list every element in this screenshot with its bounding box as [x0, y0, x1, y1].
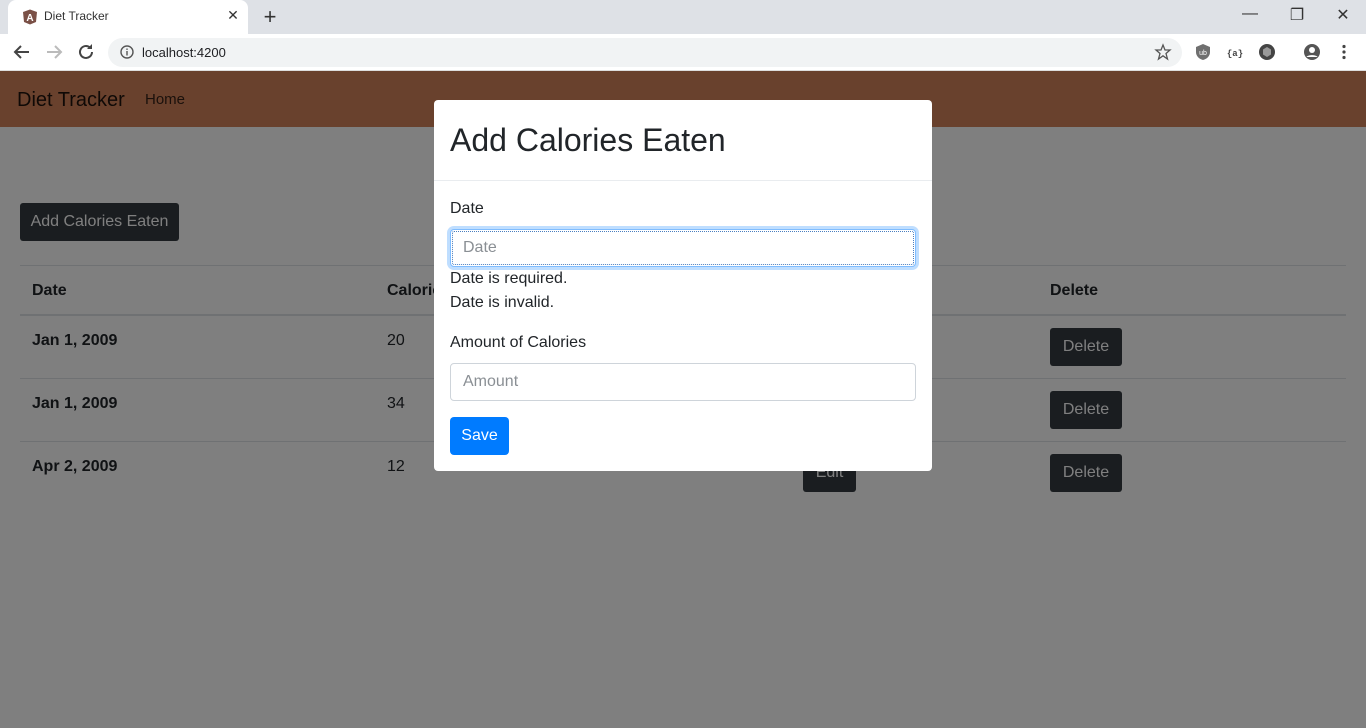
url-text: localhost:4200	[142, 45, 226, 60]
angular-logo-icon: A	[23, 9, 37, 25]
amount-input[interactable]	[450, 363, 916, 401]
minimize-icon[interactable]: —	[1238, 5, 1262, 25]
browser-toolbar: localhost:4200 ub {a}	[0, 34, 1366, 71]
date-input[interactable]	[450, 229, 916, 267]
tab-title: Diet Tracker	[44, 9, 109, 23]
date-invalid-error: Date is invalid.	[450, 294, 555, 311]
svg-text:A: A	[26, 13, 33, 24]
address-bar[interactable]: localhost:4200	[108, 38, 1182, 67]
ublock-shield-icon[interactable]: ub	[1194, 43, 1212, 61]
json-extension-icon[interactable]: {a}	[1226, 43, 1244, 61]
add-calories-modal: Add Calories Eaten Date Date is required…	[434, 100, 932, 471]
page-content: Diet Tracker Home Add Calories Eaten Dat…	[0, 71, 1366, 728]
forward-arrow-icon[interactable]	[43, 41, 65, 63]
svg-text:ub: ub	[1199, 50, 1207, 57]
modal-header: Add Calories Eaten	[434, 100, 932, 181]
modal-title: Add Calories Eaten	[450, 122, 726, 158]
save-button[interactable]: Save	[450, 417, 509, 455]
close-tab-icon[interactable]: ✕	[224, 7, 242, 24]
browser-tab[interactable]: A Diet Tracker ✕	[8, 0, 248, 34]
info-icon[interactable]	[120, 45, 134, 59]
amount-label: Amount of Calories	[450, 334, 587, 351]
browser-tabstrip: A Diet Tracker ✕ + — ❐ ✕	[0, 0, 1366, 34]
bookmark-star-icon[interactable]	[1154, 43, 1172, 61]
back-arrow-icon[interactable]	[11, 41, 33, 63]
restore-icon[interactable]: ❐	[1285, 5, 1309, 25]
svg-text:{a}: {a}	[1227, 49, 1243, 59]
reload-icon[interactable]	[75, 41, 97, 63]
extension-hex-icon[interactable]	[1258, 43, 1276, 61]
profile-avatar-icon[interactable]	[1303, 43, 1321, 61]
date-required-error: Date is required.	[450, 270, 568, 287]
date-label: Date	[450, 200, 484, 217]
menu-kebab-icon[interactable]	[1335, 43, 1353, 61]
new-tab-icon[interactable]: +	[258, 4, 282, 30]
window-close-icon[interactable]: ✕	[1331, 5, 1355, 25]
